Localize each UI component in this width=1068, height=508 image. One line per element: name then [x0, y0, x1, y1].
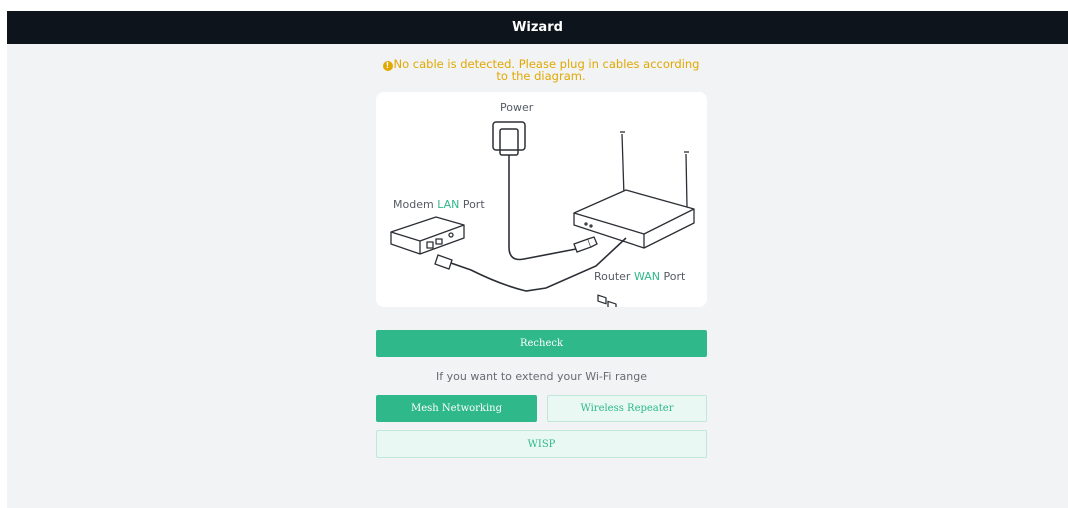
modem-icon: [390, 216, 465, 255]
wan-cable: [447, 237, 627, 292]
router-wan-port-label: Router WAN Port: [594, 270, 685, 283]
router-label-accent: WAN: [633, 270, 660, 283]
power-label-text: Power: [500, 101, 534, 114]
warning-text: No cable is detected. Please plug in cab…: [393, 57, 700, 83]
warning-circle-icon: !: [382, 61, 393, 71]
power-plug-icon: [573, 236, 598, 253]
extend-wifi-hint: If you want to extend your Wi-Fi range: [436, 370, 647, 383]
modem-label-prefix: Modem: [393, 198, 438, 211]
router-label-prefix: Router: [594, 270, 634, 283]
no-cable-warning: ! No cable is detected. Please plug in ca…: [376, 57, 706, 83]
modem-label-accent: LAN: [437, 198, 460, 211]
wireless-repeater-label: Wireless Repeater: [580, 403, 674, 414]
cable-diagram: Power Modem LAN Port Router WAN Port: [376, 92, 707, 307]
wizard-page: Wizard ! No cable is detected. Please plu…: [7, 11, 1068, 508]
mesh-networking-label: Mesh Networking: [410, 403, 503, 414]
modem-label-suffix: Port: [459, 198, 485, 211]
wisp-label: WISP: [527, 438, 556, 450]
power-label: Power: [500, 101, 533, 114]
power-cable: [508, 160, 577, 261]
power-adapter-icon: [492, 121, 526, 160]
modem-lan-port-label: Modem LAN Port: [393, 198, 485, 211]
recheck-button-label: Recheck: [519, 338, 564, 349]
wizard-header: Wizard: [7, 11, 1068, 44]
router-label-suffix: Port: [659, 270, 686, 283]
rj45-plug-icon: [434, 254, 453, 270]
recheck-button[interactable]: Recheck: [376, 330, 707, 357]
page-title: Wizard: [512, 20, 563, 35]
wireless-repeater-button[interactable]: Wireless Repeater: [547, 395, 707, 422]
mesh-networking-button[interactable]: Mesh Networking: [376, 395, 537, 422]
wisp-button[interactable]: WISP: [376, 430, 707, 458]
